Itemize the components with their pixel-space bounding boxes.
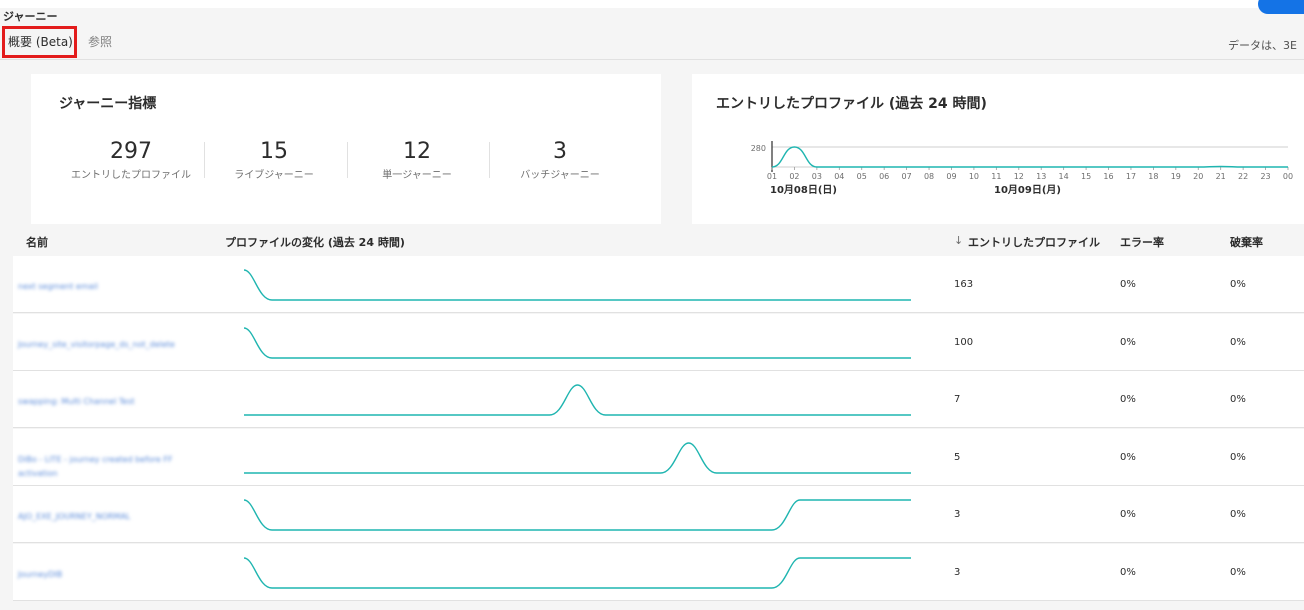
discard-rate-cell: 0% (1230, 509, 1246, 520)
profile-change-sparkline (244, 269, 911, 301)
entered-profiles-cell: 5 (954, 452, 961, 463)
x-tick-label: 18 (1148, 172, 1158, 181)
column-name[interactable]: 名前 (26, 234, 48, 250)
column-error-rate[interactable]: エラー率 (1120, 234, 1164, 250)
entered-profiles-cell: 100 (954, 337, 974, 348)
data-freshness-note: データは、3E (1228, 39, 1297, 52)
journey-name-link[interactable]: JourneyDIB (18, 568, 208, 582)
x-tick-label: 15 (1081, 172, 1091, 181)
metric-single-journeys: 12 単一ジャーニー (342, 139, 492, 182)
metric-label: 単一ジャーニー (382, 170, 452, 181)
discard-rate-cell: 0% (1230, 394, 1246, 405)
x-tick-label: 12 (1014, 172, 1024, 181)
sparkline-path (244, 269, 911, 301)
entered-profiles-title: エントリしたプロファイル (過去 24 時間) (716, 96, 987, 112)
x-tick-label: 09 (946, 172, 956, 181)
entered-profiles-cell: 7 (954, 394, 961, 405)
journey-name-link[interactable]: DiBo - LITE - journey created before FF … (18, 453, 208, 481)
x-tick-label: 21 (1216, 172, 1226, 181)
x-tick-label: 14 (1059, 172, 1069, 181)
sparkline-path (244, 327, 911, 359)
column-discard-rate[interactable]: 破棄率 (1230, 234, 1263, 250)
entered-profiles-cell: 3 (954, 509, 961, 520)
metrics-title: ジャーニー指標 (59, 96, 157, 112)
profile-change-sparkline (244, 384, 911, 416)
metric-batch-journeys: 3 バッチジャーニー (485, 139, 635, 182)
sort-desc-icon[interactable]: ↓ (954, 234, 963, 247)
profile-change-sparkline (244, 327, 911, 359)
metric-label: ライブジャーニー (234, 170, 314, 181)
x-tick-label: 01 (767, 172, 777, 181)
journey-name-link[interactable]: swapping: Multi Channel Test (18, 395, 208, 409)
error-rate-cell: 0% (1120, 567, 1136, 578)
tab-browse[interactable]: 参照 (88, 33, 112, 50)
metric-value: 12 (403, 139, 431, 164)
metric-value: 297 (110, 139, 152, 164)
metric-value: 3 (553, 139, 567, 164)
metric-value: 15 (260, 139, 288, 164)
discard-rate-cell: 0% (1230, 279, 1246, 290)
x-tick-label: 05 (857, 172, 867, 181)
x-tick-label: 16 (1103, 172, 1113, 181)
date-label: 10月08日(日) (770, 184, 837, 196)
x-tick-label: 19 (1171, 172, 1181, 181)
series-line (771, 146, 1288, 168)
error-rate-cell: 0% (1120, 452, 1136, 463)
x-tick-label: 03 (812, 172, 822, 181)
metric-label: バッチジャーニー (520, 170, 600, 181)
account-button[interactable] (1258, 0, 1304, 14)
x-tick-label: 04 (834, 172, 844, 181)
x-tick-label: 02 (789, 172, 799, 181)
entered-profiles-cell: 163 (954, 279, 974, 290)
sparkline-path (244, 384, 911, 416)
page-title: ジャーニー (3, 10, 58, 23)
x-tick-label: 10 (969, 172, 979, 181)
x-tick-label: 22 (1238, 172, 1248, 181)
table-header (13, 225, 1304, 255)
x-tick-label: 11 (991, 172, 1001, 181)
top-strip (0, 0, 1304, 8)
tab-overview[interactable]: 概要 (Beta) (8, 33, 73, 50)
metric-live-journeys: 15 ライブジャーニー (199, 139, 349, 182)
discard-rate-cell: 0% (1230, 452, 1246, 463)
sparkline-path (244, 442, 911, 474)
entered-profiles-cell: 3 (954, 567, 961, 578)
error-rate-cell: 0% (1120, 509, 1136, 520)
x-tick-label: 13 (1036, 172, 1046, 181)
sparkline-path (244, 557, 911, 589)
metric-label: エントリしたプロファイル (71, 170, 191, 181)
entered-profiles-chart: 280 01 02 03 04 05 06 07 08 09 10 11 12 13 14 15 16 17 18 1… (751, 141, 1293, 196)
error-rate-cell: 0% (1120, 279, 1136, 290)
date-label: 10月09日(月) (994, 184, 1061, 196)
sparkline-path (244, 499, 911, 531)
column-entered-profiles[interactable]: エントリしたプロファイル (968, 234, 1100, 250)
metric-entered-profiles: 297 エントリしたプロファイル (56, 139, 206, 182)
journey-name-link[interactable]: AJO_EXE_JOURNEY_NORMAL (18, 510, 208, 524)
discard-rate-cell: 0% (1230, 567, 1246, 578)
journey-name-link[interactable]: next segment email (18, 280, 208, 294)
x-tick-label: 08 (924, 172, 934, 181)
error-rate-cell: 0% (1120, 394, 1136, 405)
column-profile-change: プロファイルの変化 (過去 24 時間) (225, 236, 405, 249)
x-tick-label: 17 (1126, 172, 1136, 181)
journey-name-link[interactable]: Journey_site_visitorpage_ds_not_delete (18, 338, 208, 352)
error-rate-cell: 0% (1120, 337, 1136, 348)
x-tick-label: 00 (1283, 172, 1293, 181)
x-tick-label: 07 (902, 172, 912, 181)
profile-change-sparkline (244, 442, 911, 474)
y-tick-label: 280 (751, 144, 766, 153)
x-tick-label: 23 (1260, 172, 1270, 181)
profile-change-sparkline (244, 557, 911, 589)
profile-change-sparkline (244, 499, 911, 531)
header-divider (0, 59, 1304, 60)
discard-rate-cell: 0% (1230, 337, 1246, 348)
x-tick-label: 20 (1193, 172, 1203, 181)
x-tick-label: 06 (879, 172, 889, 181)
